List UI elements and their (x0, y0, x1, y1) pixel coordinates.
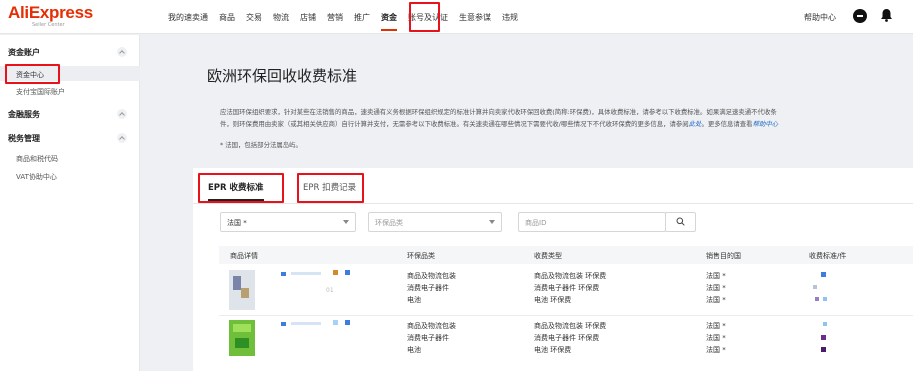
mosaic-block (281, 272, 286, 276)
mosaic-block (291, 272, 321, 275)
category-select[interactable]: 环保品类 (368, 212, 502, 232)
main-content: 欧洲环保回收收费标准 应法国环保组织要求，针对某些在法销售的商品，速卖通有义务根… (193, 35, 913, 371)
here-link[interactable]: 此处 (689, 120, 702, 128)
mosaic-block (233, 276, 241, 290)
nav-orders[interactable]: 交易 (246, 12, 262, 23)
col-header-country: 销售目的国 (706, 252, 741, 260)
category-cell: 电池 (407, 296, 421, 304)
mosaic-block (823, 297, 827, 301)
main-menu: 我的速卖通 商品 交易 物流 店铺 营销 推广 资金 账号及认证 生意参谋 违规 (168, 0, 529, 34)
description-line-1: 应法国环保组织要求，针对某些在法销售的商品，速卖通有义务根据环保组织规定的标准计… (220, 108, 777, 116)
mosaic-block (813, 285, 817, 289)
country-cell: 法国 * (706, 322, 726, 330)
mosaic-block (333, 270, 338, 275)
category-cell: 商品及物流包装 (407, 322, 456, 330)
aliexpress-logo[interactable]: AliExpress Seller Center (8, 3, 93, 29)
description: 应法国环保组织要求，针对某些在法销售的商品，速卖通有义务根据环保组织规定的标准计… (220, 106, 910, 130)
help-center-link[interactable]: 帮助中心 (804, 12, 836, 23)
country-cell: 法国 * (706, 346, 726, 354)
nav-funds[interactable]: 资金 (381, 12, 397, 31)
fee-type-cell: 电池 环保费 (534, 296, 572, 304)
mosaic-block (333, 320, 338, 325)
mosaic-block (291, 322, 321, 325)
mosaic-block (241, 288, 249, 298)
fee-type-cell: 商品及物流包装 环保费 (534, 272, 607, 280)
product-id-placeholder: 商品ID (525, 219, 547, 227)
dropdown-caret-icon (489, 220, 495, 224)
description-line-2: 件，则环保费用由卖家（或其相关供应商）自行计算并支付，无需参考以下收费标准。有关… (220, 120, 689, 128)
nav-marketing[interactable]: 营销 (327, 12, 343, 23)
search-icon (676, 217, 685, 226)
mosaic-block (233, 324, 251, 332)
col-header-product: 商品详情 (230, 252, 258, 260)
nav-my-aliexpress[interactable]: 我的速卖通 (168, 12, 208, 23)
sidebar-group-tax[interactable]: 税务管理 (8, 133, 40, 144)
nav-violations[interactable]: 违规 (502, 12, 518, 23)
chat-icon[interactable] (853, 9, 867, 23)
category-cell: 电池 (407, 346, 421, 354)
mosaic-block (345, 270, 350, 275)
country-cell: 法国 * (706, 272, 726, 280)
help-center-inline-link[interactable]: 帮助中心 (753, 120, 779, 128)
product-id-partial: 01 (326, 287, 334, 294)
sidebar-item-vat-center[interactable]: VAT协助中心 (16, 172, 57, 182)
fee-type-cell: 电池 环保费 (534, 346, 572, 354)
fee-type-cell: 商品及物流包装 环保费 (534, 322, 607, 330)
chevron-up-icon[interactable] (117, 47, 127, 57)
nav-store[interactable]: 店铺 (300, 12, 316, 23)
country-cell: 法国 * (706, 284, 726, 292)
country-cell: 法国 * (706, 334, 726, 342)
sidebar-item-tax-codes[interactable]: 商品和税代码 (16, 154, 58, 164)
nav-business-advisor[interactable]: 生意参谋 (459, 12, 491, 23)
search-button[interactable] (665, 212, 696, 232)
row-divider (219, 315, 913, 316)
mosaic-block (235, 338, 249, 348)
mosaic-block (345, 320, 350, 325)
page-title: 欧洲环保回收收费标准 (207, 67, 358, 85)
sidebar-group-financial-services[interactable]: 金融服务 (8, 109, 40, 120)
fee-type-cell: 消费电子器件 环保费 (534, 334, 600, 342)
sidebar-item-alipay-account[interactable]: 支付宝国际账户 (16, 87, 65, 97)
description-line-3: 。更多信息请查看 (701, 120, 753, 128)
tab-epr-standard[interactable]: EPR 收费标准 (208, 181, 264, 201)
dropdown-caret-icon (343, 220, 349, 224)
mosaic-block (823, 322, 827, 326)
fee-type-cell: 消费电子器件 环保费 (534, 284, 600, 292)
logo-text: AliExpress (8, 3, 93, 22)
mosaic-block (815, 297, 819, 301)
bell-icon[interactable] (880, 8, 893, 22)
country-select-value: 法国 * (227, 219, 247, 227)
country-cell: 法国 * (706, 296, 726, 304)
sidebar-group-funds-account[interactable]: 资金账户 (8, 47, 40, 58)
mosaic-block (821, 272, 826, 277)
logo-subtitle: Seller Center (32, 22, 65, 28)
category-cell: 商品及物流包装 (407, 272, 456, 280)
mosaic-block (821, 347, 826, 352)
chevron-down-icon[interactable] (117, 109, 127, 119)
chevron-up-icon[interactable] (117, 133, 127, 143)
nav-account[interactable]: 账号及认证 (408, 12, 448, 23)
table-header: 商品详情 环保品类 收费类型 销售目的国 收费标准/件 (219, 246, 913, 264)
sidebar: 资金账户 资金中心 支付宝国际账户 金融服务 税务管理 商品和税代码 VAT协助… (0, 35, 140, 371)
nav-logistics[interactable]: 物流 (273, 12, 289, 23)
category-select-placeholder: 环保品类 (375, 219, 403, 227)
mosaic-block (281, 322, 286, 326)
nav-promotion[interactable]: 推广 (354, 12, 370, 23)
tab-bar: EPR 收费标准 EPR 扣费记录 (193, 168, 913, 204)
category-cell: 消费电子器件 (407, 284, 449, 292)
country-select[interactable]: 法国 * (220, 212, 356, 232)
col-header-category: 环保品类 (407, 252, 435, 260)
product-id-input[interactable]: 商品ID (518, 212, 666, 232)
mosaic-block (821, 335, 826, 340)
nav-products[interactable]: 商品 (219, 12, 235, 23)
footnote: * 法国，包括部分法属岛屿。 (220, 141, 302, 149)
sidebar-item-funds-center[interactable]: 资金中心 (16, 70, 44, 80)
category-cell: 消费电子器件 (407, 334, 449, 342)
col-header-fee-per-unit: 收费标准/件 (809, 252, 847, 260)
top-navigation: AliExpress Seller Center 我的速卖通 商品 交易 物流 … (0, 0, 913, 34)
tab-epr-deduction-records[interactable]: EPR 扣费记录 (303, 181, 356, 193)
col-header-fee-type: 收费类型 (534, 252, 562, 260)
epr-card: EPR 收费标准 EPR 扣费记录 法国 * 环保品类 商品ID 商品详情 环保… (193, 168, 913, 371)
